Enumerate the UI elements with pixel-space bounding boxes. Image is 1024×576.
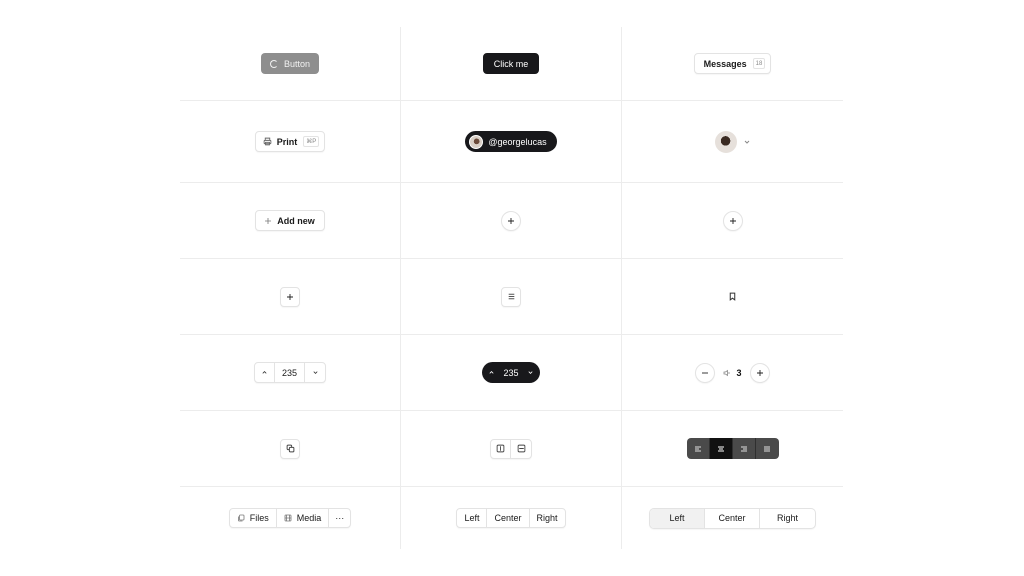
messages-label: Messages (703, 58, 747, 69)
loading-button-label: Button (283, 58, 311, 69)
print-label: Print (276, 136, 298, 147)
messages-button[interactable]: Messages 18 (693, 53, 772, 74)
username-label: @georgelucas (488, 136, 547, 147)
menu-button[interactable] (501, 286, 521, 307)
media-button[interactable]: Media (277, 509, 330, 527)
segment-right[interactable]: Right (760, 509, 815, 528)
add-new-label: Add new (277, 215, 315, 226)
film-icon (284, 514, 292, 522)
add-round-button[interactable] (722, 210, 743, 231)
plus-icon (286, 293, 294, 301)
bookmark-button[interactable] (723, 287, 743, 307)
more-options-button[interactable]: ··· (329, 509, 350, 527)
cell-split-group (401, 411, 621, 486)
printer-icon (263, 137, 272, 146)
media-label: Media (296, 513, 322, 523)
files-media-group: Files Media ··· (228, 508, 352, 528)
click-me-label: Click me (493, 58, 529, 69)
plus-icon (729, 217, 737, 225)
number-stepper: 235 (254, 362, 326, 383)
segment-right[interactable]: Right (530, 509, 565, 527)
cell-avatar-menu (622, 101, 843, 182)
cell-menu-square (401, 259, 621, 334)
cell-loading-button: Button (180, 27, 400, 100)
plus-button[interactable] (749, 362, 770, 383)
align-center-icon (717, 445, 725, 453)
cell-stepper: 235 (180, 335, 400, 410)
align-justify-button[interactable] (756, 438, 779, 459)
avatar (714, 130, 737, 153)
add-new-button[interactable]: Add new (255, 210, 325, 231)
print-shortcut-badge: ⌘P (303, 136, 320, 147)
cell-messages-button: Messages 18 (622, 27, 843, 100)
cell-add-round (401, 183, 621, 258)
avatar-menu-button[interactable] (714, 130, 751, 153)
split-vertical-icon (517, 444, 526, 453)
messages-count-badge: 18 (752, 58, 766, 69)
stepper-value[interactable]: 235 (275, 363, 305, 382)
segment-center[interactable]: Center (705, 508, 760, 528)
cell-segmented-small: Left Center Right (401, 487, 621, 549)
cell-stepper-dark: 235 (401, 335, 621, 410)
segment-center[interactable]: Center (487, 509, 530, 527)
click-me-button[interactable]: Click me (482, 53, 540, 74)
split-button-group (490, 438, 532, 459)
cell-user-chip: @georgelucas (401, 101, 621, 182)
chevron-up-icon[interactable] (488, 369, 495, 376)
segmented-control-small: Left Center Right (456, 508, 566, 528)
print-button[interactable]: Print ⌘P (254, 131, 326, 152)
cell-add-new-button: Add new (180, 183, 400, 258)
stepper-dark-value[interactable]: 235 (503, 368, 518, 378)
files-label: Files (249, 513, 269, 523)
minus-button[interactable] (695, 362, 716, 383)
decrement-button[interactable] (305, 363, 325, 382)
avatar (469, 134, 484, 149)
align-left-icon (694, 445, 702, 453)
files-icon (237, 514, 245, 522)
copy-button[interactable] (280, 438, 300, 459)
spinner-icon (269, 59, 278, 68)
align-justify-icon (763, 445, 771, 453)
cell-print-button: Print ⌘P (180, 101, 400, 182)
add-round-button[interactable] (501, 210, 521, 231)
copy-icon (286, 444, 295, 453)
cell-primary-button: Click me (401, 27, 621, 100)
cell-add-square (180, 259, 400, 334)
cell-bookmark (622, 259, 843, 334)
chevron-down-icon (743, 138, 751, 146)
loading-button[interactable]: Button (260, 53, 320, 74)
cell-segmented-wide: Left Center Right (622, 487, 843, 549)
user-chip[interactable]: @georgelucas (465, 131, 557, 152)
cell-volume-counter: 3 (622, 335, 843, 410)
bookmark-icon (728, 292, 737, 301)
align-center-button[interactable] (709, 438, 733, 459)
cell-align-group (622, 411, 843, 486)
cell-copy (180, 411, 400, 486)
segment-left[interactable]: Left (457, 509, 488, 527)
split-vertical-button[interactable] (511, 440, 531, 458)
volume-counter: 3 (695, 362, 770, 383)
split-horizontal-icon (496, 444, 505, 453)
number-stepper-dark: 235 (482, 362, 540, 383)
volume-icon (723, 369, 731, 377)
segmented-control-wide: Left Center Right (649, 507, 816, 529)
plus-icon (507, 217, 515, 225)
menu-icon (507, 292, 516, 301)
align-right-icon (740, 445, 748, 453)
increment-button[interactable] (255, 363, 275, 382)
text-align-group (686, 438, 779, 459)
cell-files-group: Files Media ··· (180, 487, 400, 549)
volume-value: 3 (736, 367, 742, 378)
segment-left[interactable]: Left (650, 508, 705, 528)
add-square-button[interactable] (280, 286, 300, 307)
align-left-button[interactable] (687, 438, 710, 459)
plus-icon (264, 217, 272, 225)
cell-add-round-2 (622, 183, 843, 258)
chevron-down-icon[interactable] (527, 369, 534, 376)
split-horizontal-button[interactable] (491, 439, 511, 458)
align-right-button[interactable] (733, 438, 756, 459)
more-horizontal-icon: ··· (335, 513, 345, 523)
files-button[interactable]: Files (230, 509, 277, 527)
